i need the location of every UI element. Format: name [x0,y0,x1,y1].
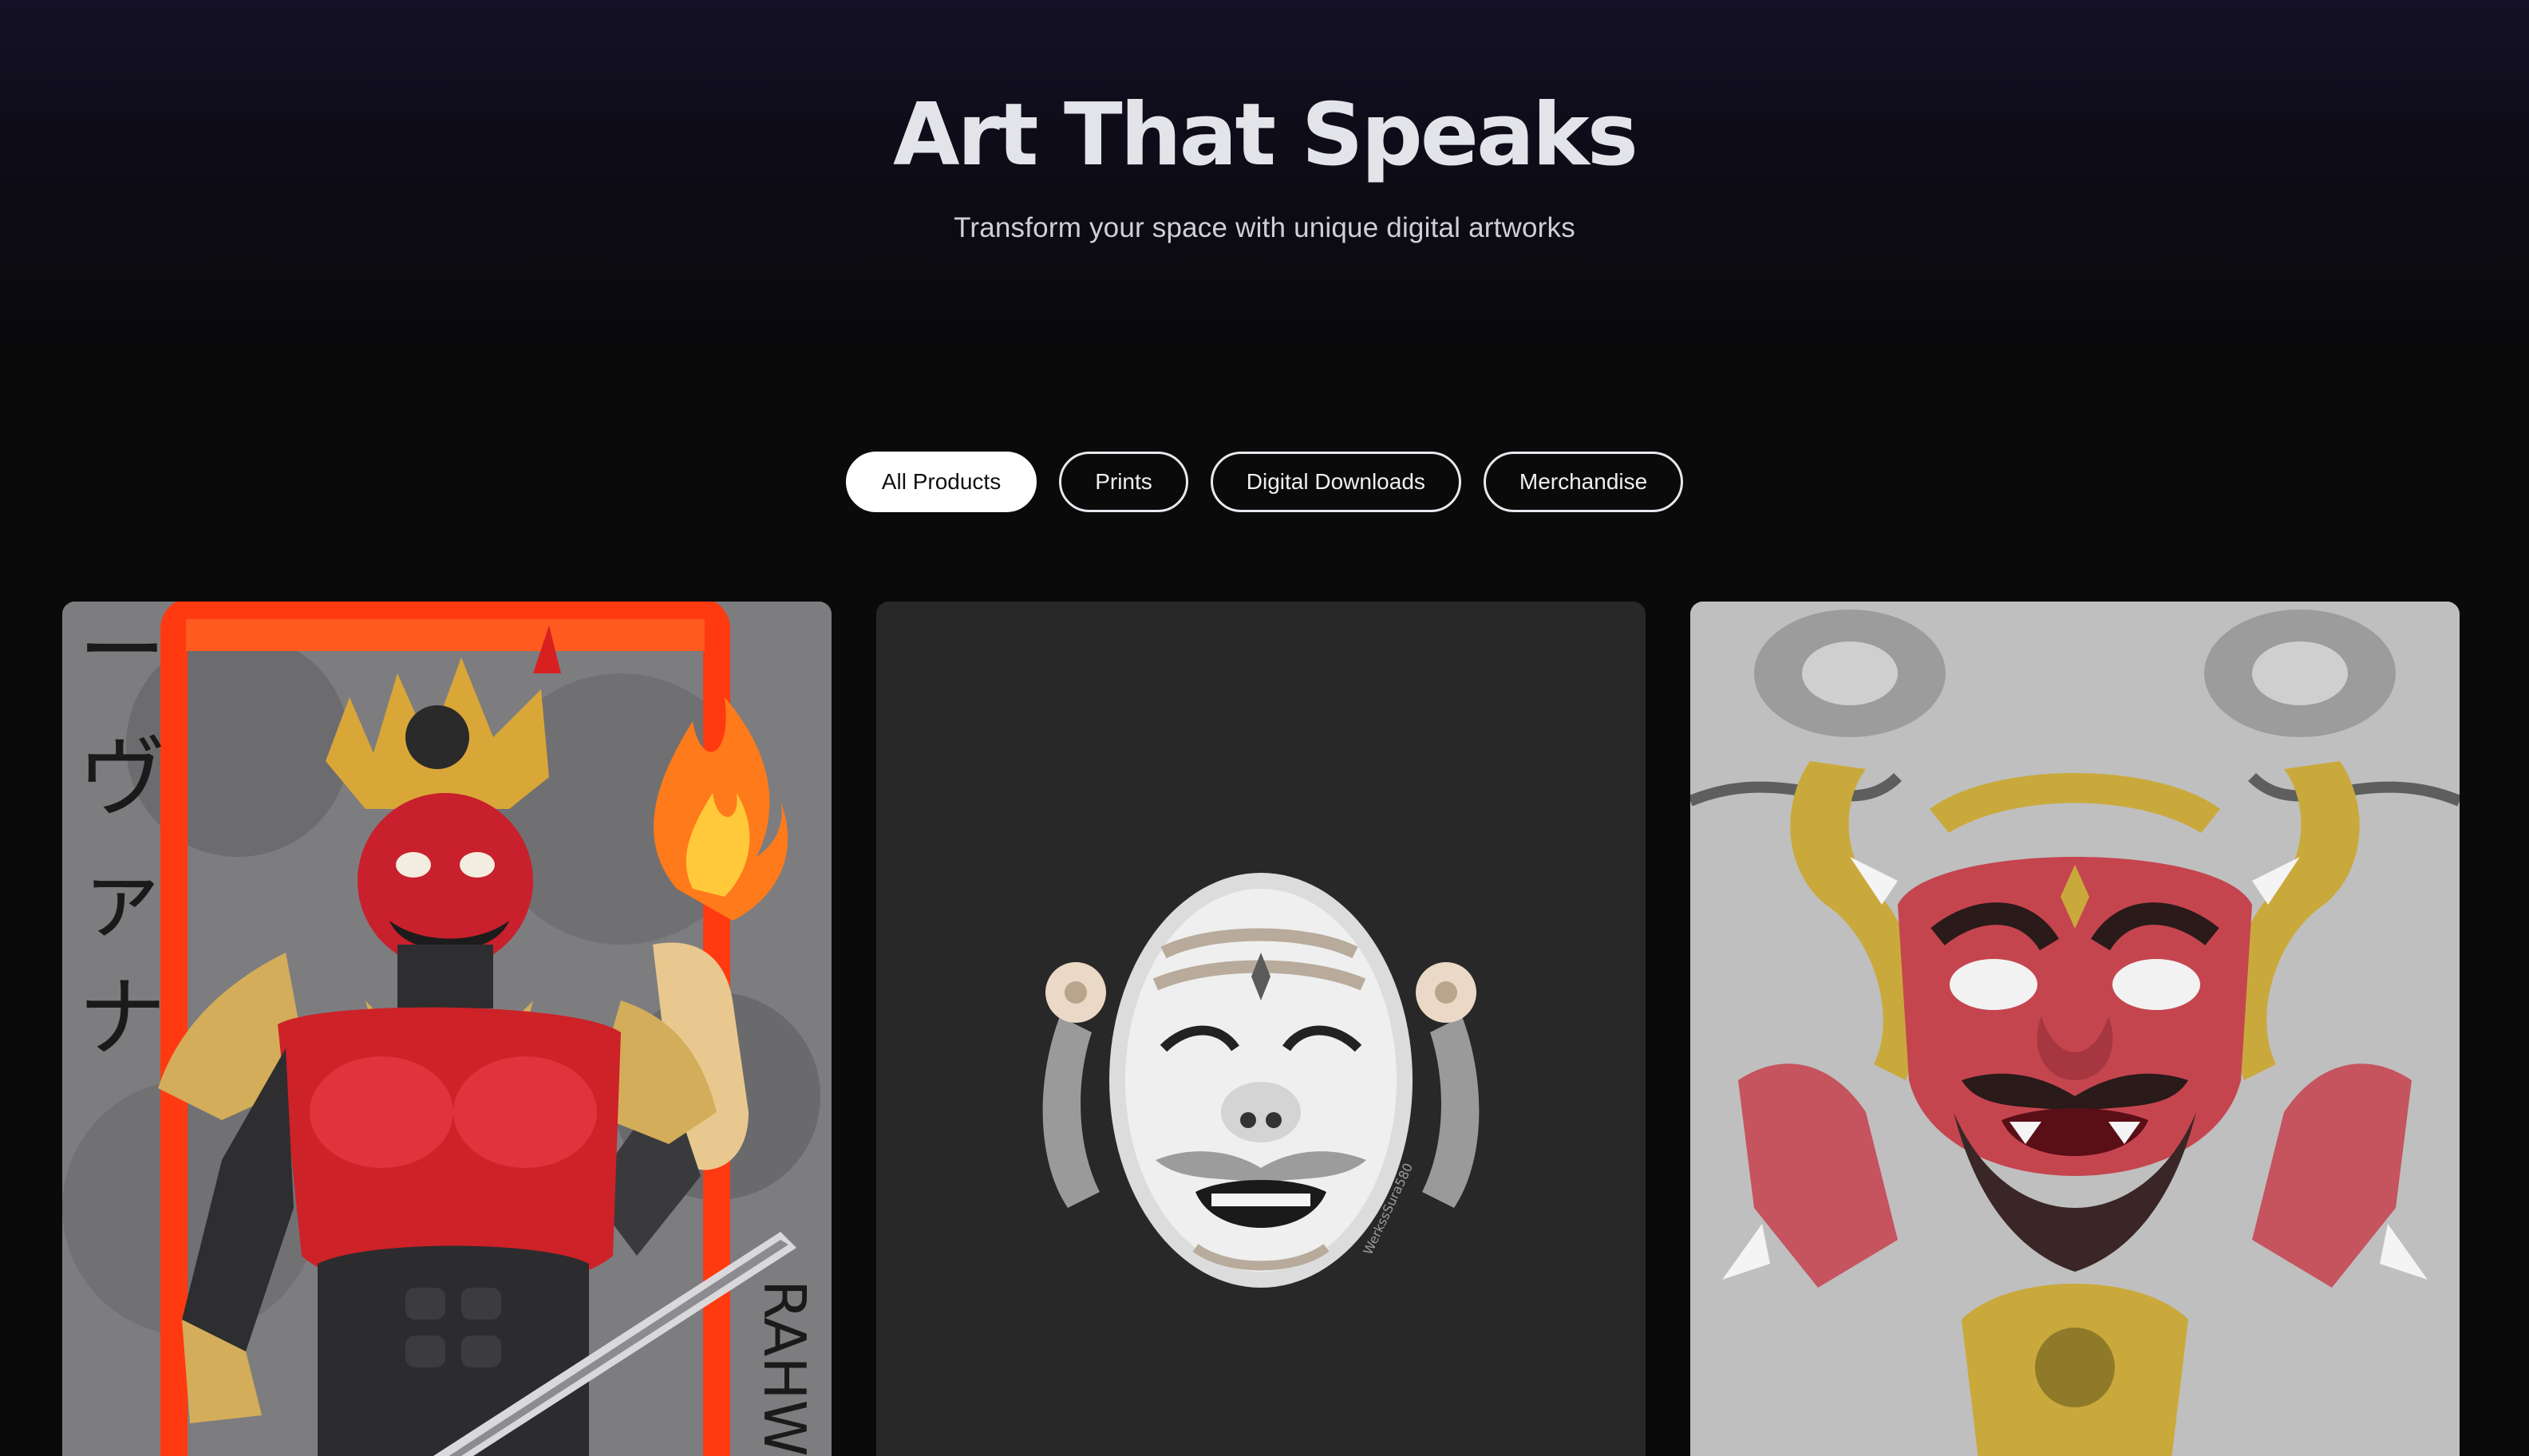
red-demon-artwork-image [1690,602,2460,1456]
filter-prints[interactable]: Prints [1059,452,1188,512]
rahwana-side-text: RAHW [751,1280,818,1456]
filter-merchandise[interactable]: Merchandise [1483,452,1684,512]
hero-subtitle: Transform your space with unique digital… [954,212,1575,243]
white-mask-artwork-image: WerkssSura580 [876,602,1646,1456]
product-card-white-mask[interactable]: WerkssSura580 [876,602,1646,1456]
rahwana-artwork-image: ー ヴ ァ ナ RAHW [62,602,832,1456]
category-filter-bar: All Products Prints Digital Downloads Me… [0,452,2529,512]
filter-all-products[interactable]: All Products [845,452,1037,512]
filter-digital-downloads[interactable]: Digital Downloads [1210,452,1461,512]
product-card-rahwana[interactable]: ー ヴ ァ ナ RAHW [62,602,832,1456]
product-grid: ー ヴ ァ ナ RAHW WerkssSura580 [62,602,2461,1456]
hero-title: Art That Speaks [892,85,1638,185]
page: Art That Speaks Transform your space wit… [0,0,2529,1456]
product-card-red-demon[interactable] [1690,602,2460,1456]
